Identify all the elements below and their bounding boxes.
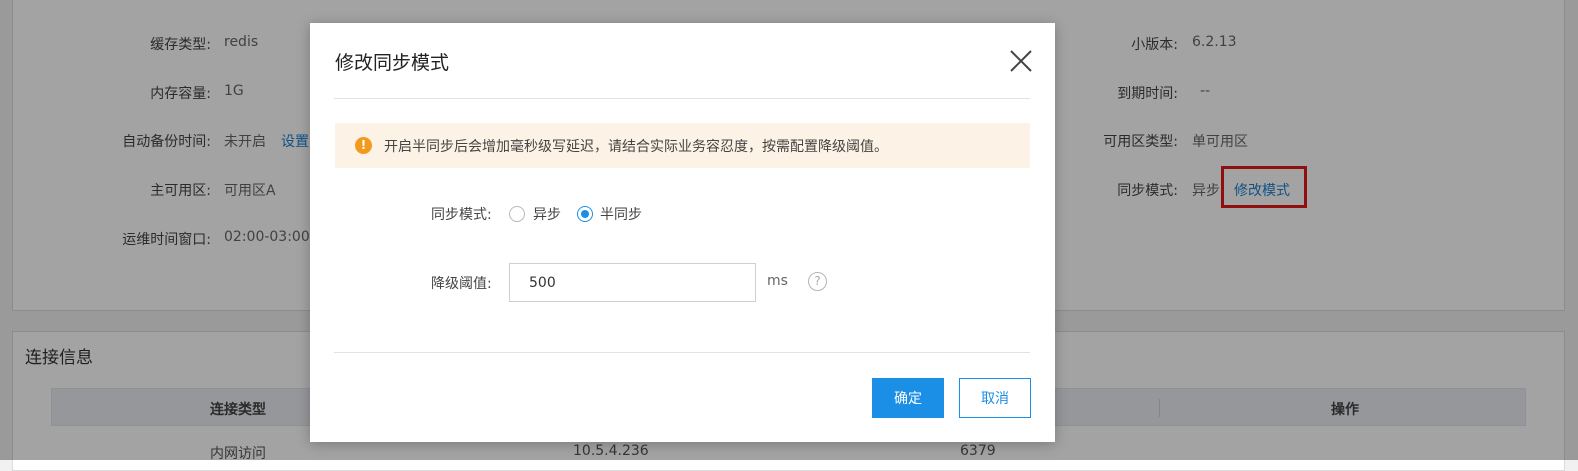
threshold-unit: ms <box>767 273 788 289</box>
threshold-field-label: 降级阈值: <box>431 276 492 292</box>
alert-message: 开启半同步后会增加毫秒级写延迟，请结合实际业务容忍度，按需配置降级阈值。 <box>384 139 888 155</box>
dialog-title: 修改同步模式 <box>335 52 450 74</box>
warning-alert: ! 开启半同步后会增加毫秒级写延迟，请结合实际业务容忍度，按需配置降级阈值。 <box>335 123 1030 168</box>
sync-mode-field-label: 同步模式: <box>431 207 492 223</box>
cancel-button[interactable]: 取消 <box>959 378 1031 418</box>
close-icon[interactable] <box>1007 47 1035 75</box>
radio-semi-sync[interactable] <box>577 206 593 222</box>
radio-async-label[interactable]: 异步 <box>533 204 561 224</box>
help-icon[interactable]: ? <box>808 272 827 291</box>
modify-sync-mode-dialog: 修改同步模式 ! 开启半同步后会增加毫秒级写延迟，请结合实际业务容忍度，按需配置… <box>310 23 1055 442</box>
warning-icon: ! <box>355 137 372 154</box>
confirm-button[interactable]: 确定 <box>872 378 944 418</box>
threshold-input[interactable] <box>509 263 756 302</box>
footer-divider <box>334 352 1030 353</box>
radio-async[interactable] <box>509 206 525 222</box>
radio-semi-sync-label[interactable]: 半同步 <box>600 204 642 224</box>
header-divider <box>334 98 1030 99</box>
